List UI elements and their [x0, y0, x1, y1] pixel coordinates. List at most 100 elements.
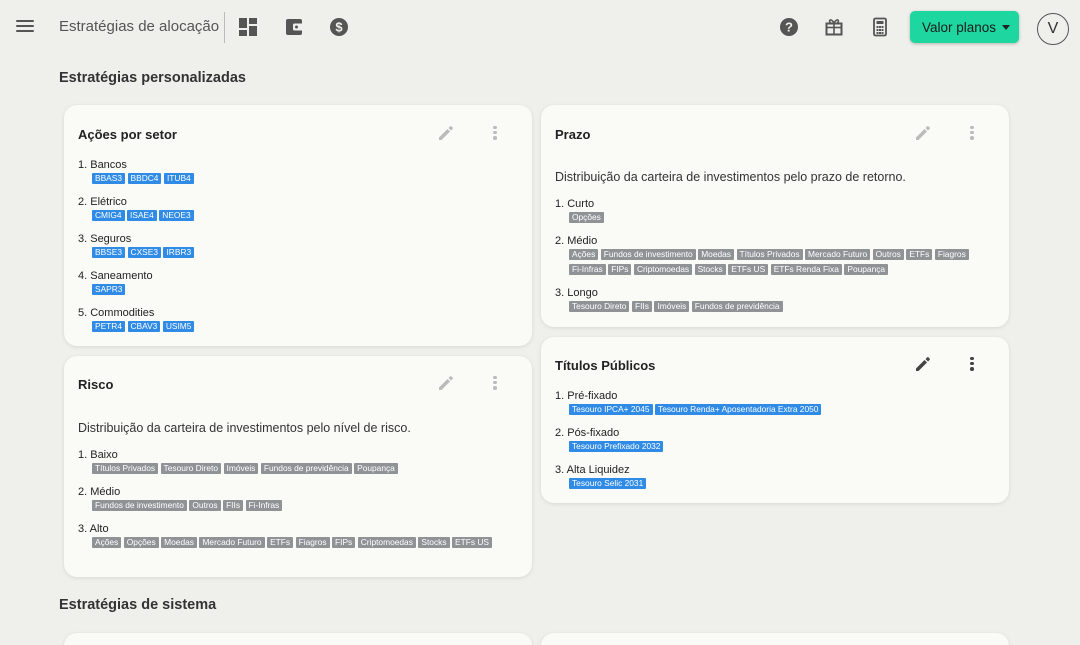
strategy-card-acoes: Ações por setor 1. Bancos BBAS3 BBDC4 ITUB4… — [64, 105, 532, 346]
edit-icon[interactable] — [914, 355, 932, 373]
more-vert-icon[interactable] — [967, 355, 977, 373]
edit-icon[interactable] — [914, 124, 932, 142]
asset-tag: Tesouro Direto — [160, 463, 222, 474]
tag-list: CMIG4 ISAE4 NEOE3 — [92, 210, 518, 225]
edit-icon[interactable] — [437, 374, 455, 392]
strategy-card-titulos: Títulos Públicos 1. Pré-fixado Tesouro IP… — [541, 337, 1009, 503]
more-vert-icon[interactable] — [967, 124, 977, 142]
calculator-icon[interactable] — [870, 17, 890, 37]
group-label: 1. Curto — [555, 198, 595, 210]
tag-list: Ações Fundos de investimento Moedas Títulos… — [569, 249, 995, 279]
asset-tag: Fundos de previdência — [260, 463, 352, 474]
strategy-group: 2. Médio Fundos de investimento Outros FIIs… — [78, 485, 518, 515]
group-label: 5. Commodities — [78, 307, 155, 319]
group-label: 3. Alto — [78, 523, 109, 535]
group-label: 2. Médio — [78, 486, 121, 498]
svg-text:$: $ — [335, 20, 343, 35]
asset-tag: Imóveis — [223, 463, 259, 474]
strategy-card-prazo: Prazo Distribuição da carteira de invest… — [541, 105, 1009, 327]
valor-planos-button[interactable]: Valor planos — [910, 11, 1019, 43]
valor-planos-label: Valor planos — [922, 19, 997, 35]
asset-tag: Opções — [123, 537, 159, 548]
tag-list: BBSE3 CXSE3 IRBR3 — [92, 247, 518, 262]
system-card — [64, 633, 532, 645]
strategy-group: 4. Saneamento SAPR3 — [78, 269, 518, 299]
asset-tag: ITUB4 — [163, 173, 194, 184]
asset-tag: Stocks — [694, 264, 726, 275]
asset-tag: BBSE3 — [92, 247, 126, 258]
asset-tag: Fi-Infras — [569, 264, 606, 275]
group-label: 3. Seguros — [78, 233, 132, 245]
strategy-group: 3. Alto Ações Opções Moedas Mercado Futuro ET… — [78, 522, 518, 552]
dollar-icon[interactable]: $ — [329, 17, 349, 37]
avatar[interactable]: V — [1037, 13, 1069, 45]
strategy-group: 3. Alta Liquidez Tesouro Selic 2031 — [555, 463, 995, 493]
strategy-group: 1. Bancos BBAS3 BBDC4 ITUB4 — [78, 158, 518, 188]
asset-tag: CXSE3 — [127, 247, 161, 258]
help-icon[interactable]: ? — [779, 17, 799, 37]
asset-tag: FIIs — [631, 301, 652, 312]
asset-tag: PETR4 — [92, 321, 125, 332]
asset-tag: Opções — [569, 212, 604, 223]
asset-tag: Tesouro Direto — [569, 301, 630, 312]
group-label: 1. Bancos — [78, 159, 127, 171]
card-title: Títulos Públicos — [555, 358, 656, 373]
asset-tag: SAPR3 — [92, 284, 126, 295]
card-description: Distribuição da carteira de investimento… — [555, 170, 906, 184]
group-label: 4. Saneamento — [78, 270, 153, 282]
wallet-icon[interactable] — [284, 17, 304, 37]
tag-list: BBAS3 BBDC4 ITUB4 — [92, 173, 518, 188]
tag-list: Tesouro Prefixado 2032 — [569, 441, 995, 456]
asset-tag: Tesouro Prefixado 2032 — [569, 441, 664, 452]
section-title-system: Estratégias de sistema — [59, 597, 217, 613]
asset-tag: BBDC4 — [127, 173, 162, 184]
asset-tag: ETFs — [906, 249, 933, 260]
group-label: 1. Baixo — [78, 449, 118, 461]
asset-tag: Criptomoedas — [357, 537, 416, 548]
system-card — [541, 633, 1009, 645]
more-vert-icon[interactable] — [490, 374, 500, 392]
card-title: Prazo — [555, 127, 591, 142]
more-vert-icon[interactable] — [490, 124, 500, 142]
dashboard-icon[interactable] — [238, 17, 258, 37]
edit-icon[interactable] — [437, 124, 455, 142]
asset-tag: Fiagros — [295, 537, 330, 548]
tag-list: SAPR3 — [92, 284, 518, 299]
asset-tag: Títulos Privados — [92, 463, 159, 474]
asset-tag: ETFs — [267, 537, 294, 548]
card-title: Risco — [78, 377, 114, 392]
group-label: 1. Pré-fixado — [555, 390, 618, 402]
asset-tag: Stocks — [418, 537, 450, 548]
tag-list: Tesouro Selic 2031 — [569, 478, 995, 493]
asset-tag: USIM5 — [162, 321, 195, 332]
gift-icon[interactable] — [824, 17, 844, 37]
asset-tag: Fundos de previdência — [691, 301, 783, 312]
asset-tag: Poupança — [354, 463, 398, 474]
asset-tag: Títulos Privados — [736, 249, 803, 260]
asset-tag: Poupança — [844, 264, 889, 275]
asset-tag: Outros — [872, 249, 904, 260]
strategy-group: 1. Curto Opções — [555, 197, 995, 227]
tag-list: Tesouro Direto FIIs Imóveis Fundos de previ… — [569, 301, 995, 316]
strategy-group: 2. Médio Ações Fundos de investimento Moeda… — [555, 234, 995, 279]
asset-tag: ETFs US — [452, 537, 492, 548]
asset-tag: ETFs Renda Fixa — [770, 264, 842, 275]
asset-tag: Ações — [569, 249, 599, 260]
strategy-group: 2. Elétrico CMIG4 ISAE4 NEOE3 — [78, 195, 518, 225]
menu-icon[interactable] — [14, 17, 36, 37]
group-label: 2. Elétrico — [78, 196, 127, 208]
tag-list: Tesouro IPCA+ 2045 Tesouro Renda+ Aposent… — [569, 404, 995, 419]
asset-tag: Moedas — [161, 537, 197, 548]
asset-tag: BBAS3 — [92, 173, 126, 184]
top-bar: Estratégias de alocação $ ? Valor planos… — [0, 0, 1080, 56]
asset-tag: CBAV3 — [127, 321, 161, 332]
asset-tag: Fundos de investimento — [600, 249, 696, 260]
strategy-group: 3. Seguros BBSE3 CXSE3 IRBR3 — [78, 232, 518, 262]
caret-down-icon — [1002, 24, 1011, 30]
strategy-group: 3. Longo Tesouro Direto FIIs Imóveis Fundos … — [555, 286, 995, 316]
asset-tag: Tesouro Selic 2031 — [569, 478, 647, 489]
asset-tag: Tesouro Renda+ Aposentadoria Extra 2050 — [655, 404, 822, 415]
section-title-custom: Estratégias personalizadas — [59, 70, 246, 86]
group-label: 2. Pós-fixado — [555, 427, 620, 439]
page-title: Estratégias de alocação — [59, 18, 220, 35]
